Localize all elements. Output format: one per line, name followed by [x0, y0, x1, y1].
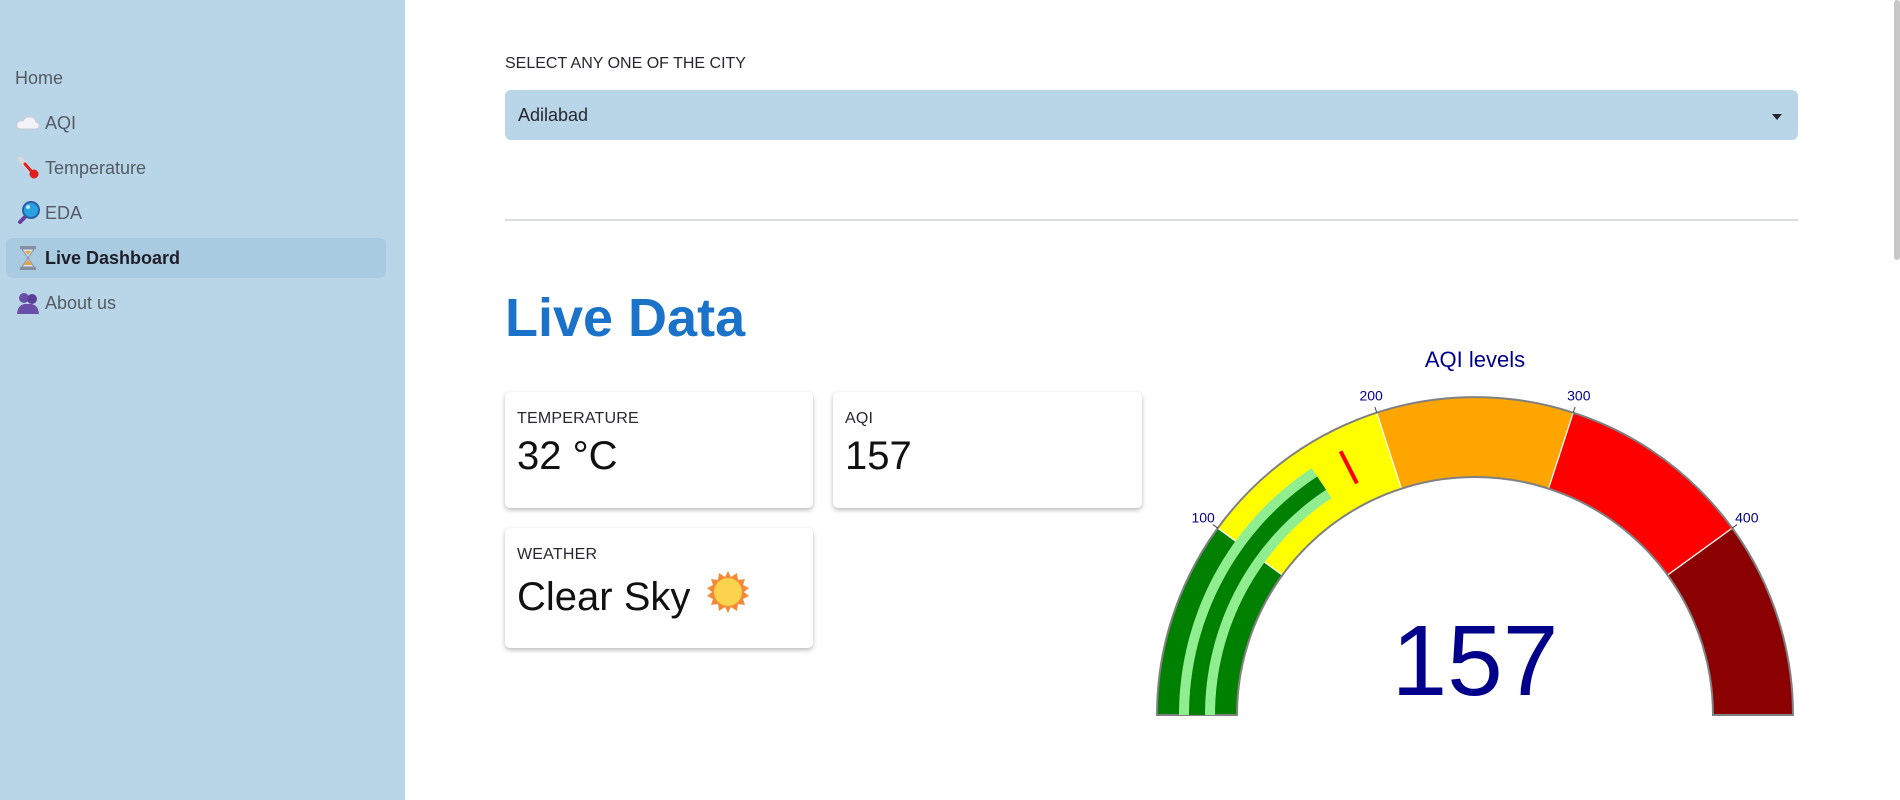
weather-value-text: Clear Sky — [517, 574, 691, 619]
sun-icon — [706, 570, 750, 624]
gauge-tick-label: 300 — [1567, 387, 1591, 403]
sidebar-item-eda[interactable]: EDA — [6, 193, 386, 233]
aqi-gauge-chart: AQI levels 100 200 300 400 157 — [1155, 347, 1795, 717]
sidebar-item-label: AQI — [45, 112, 77, 133]
city-select[interactable]: Adilabad — [505, 90, 1798, 140]
main-content: SELECT ANY ONE OF THE CITY Adilabad Live… — [405, 0, 1900, 800]
sidebar-item-label: Live Dashboard — [45, 247, 181, 268]
sidebar-item-label: EDA — [45, 202, 83, 223]
weather-label: WEATHER — [517, 546, 598, 563]
gauge-tick-200 — [1374, 406, 1378, 413]
live-data-title: Live Data — [505, 288, 746, 348]
sidebar-item-label: Home — [15, 67, 64, 88]
sidebar: Home AQI Temperature EDA Live Dashboard — [0, 0, 405, 800]
aqi-card: AQI 157 — [833, 392, 1142, 508]
gauge-tick-300 — [1572, 406, 1576, 413]
temperature-value-text: 32 °C — [517, 434, 618, 478]
sidebar-item-live-dashboard[interactable]: Live Dashboard — [6, 238, 386, 278]
gauge-tick-label: 100 — [1191, 510, 1215, 526]
sidebar-item-about-us[interactable]: About us — [6, 283, 386, 323]
city-select-value: Adilabad — [518, 104, 589, 125]
chevron-down-icon — [1770, 108, 1784, 129]
temperature-card: TEMPERATURE 32 °C — [505, 392, 813, 508]
gauge-step-2 — [1375, 396, 1575, 490]
weather-value: Clear Sky — [517, 570, 801, 624]
city-select-label: SELECT ANY ONE OF THE CITY — [505, 55, 746, 72]
temperature-value: 32 °C — [517, 434, 801, 479]
sidebar-item-temperature[interactable]: Temperature — [6, 148, 386, 188]
gauge-value: 157 — [1392, 605, 1559, 717]
divider — [505, 219, 1798, 221]
people-icon — [15, 290, 41, 316]
sidebar-item-aqi[interactable]: AQI — [6, 103, 386, 143]
temperature-label: TEMPERATURE — [517, 410, 639, 427]
hourglass-icon — [15, 245, 41, 271]
cloud-icon — [15, 110, 41, 136]
gauge-title: AQI levels — [1425, 347, 1525, 372]
sidebar-nav: Home AQI Temperature EDA Live Dashboard — [6, 58, 386, 328]
sidebar-item-home[interactable]: Home — [6, 58, 386, 98]
weather-card: WEATHER Clear Sky — [505, 528, 813, 648]
thermometer-icon — [15, 155, 41, 181]
sidebar-item-label: Temperature — [45, 157, 147, 178]
aqi-label: AQI — [845, 410, 874, 427]
aqi-value-text: 157 — [845, 434, 912, 478]
magnifier-icon — [15, 200, 41, 226]
gauge-tick-label: 200 — [1359, 387, 1383, 403]
aqi-value: 157 — [845, 434, 1130, 479]
gauge-tick-label: 400 — [1735, 510, 1759, 526]
scrollbar[interactable] — [1894, 0, 1900, 260]
sidebar-item-label: About us — [45, 292, 117, 313]
